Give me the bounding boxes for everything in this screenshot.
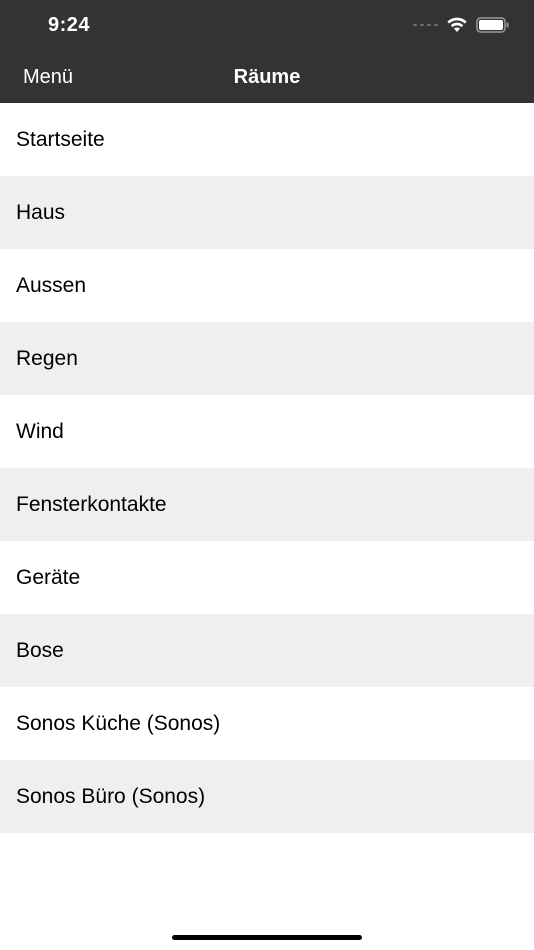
- room-item-sonos-buero[interactable]: Sonos Büro (Sonos): [0, 760, 534, 833]
- room-list: Startseite Haus Aussen Regen Wind Fenste…: [0, 103, 534, 833]
- status-icons: [413, 17, 510, 33]
- room-item-startseite[interactable]: Startseite: [0, 103, 534, 176]
- menu-button[interactable]: Menü: [23, 66, 73, 89]
- room-item-regen[interactable]: Regen: [0, 322, 534, 395]
- room-item-sonos-kueche[interactable]: Sonos Küche (Sonos): [0, 687, 534, 760]
- room-item-fensterkontakte[interactable]: Fensterkontakte: [0, 468, 534, 541]
- room-item-wind[interactable]: Wind: [0, 395, 534, 468]
- room-item-geraete[interactable]: Geräte: [0, 541, 534, 614]
- home-indicator[interactable]: [172, 935, 362, 940]
- cellular-signal-icon: [413, 24, 438, 26]
- battery-icon: [476, 17, 510, 33]
- room-item-aussen[interactable]: Aussen: [0, 249, 534, 322]
- status-time: 9:24: [48, 14, 91, 36]
- wifi-icon: [446, 17, 468, 33]
- screen: 9:24 Räume Menü Startseite Haus Aussen R…: [0, 0, 534, 950]
- room-item-haus[interactable]: Haus: [0, 176, 534, 249]
- room-item-bose[interactable]: Bose: [0, 614, 534, 687]
- page-title: Räume: [233, 66, 301, 88]
- top-bar: 9:24 Räume Menü: [0, 0, 534, 103]
